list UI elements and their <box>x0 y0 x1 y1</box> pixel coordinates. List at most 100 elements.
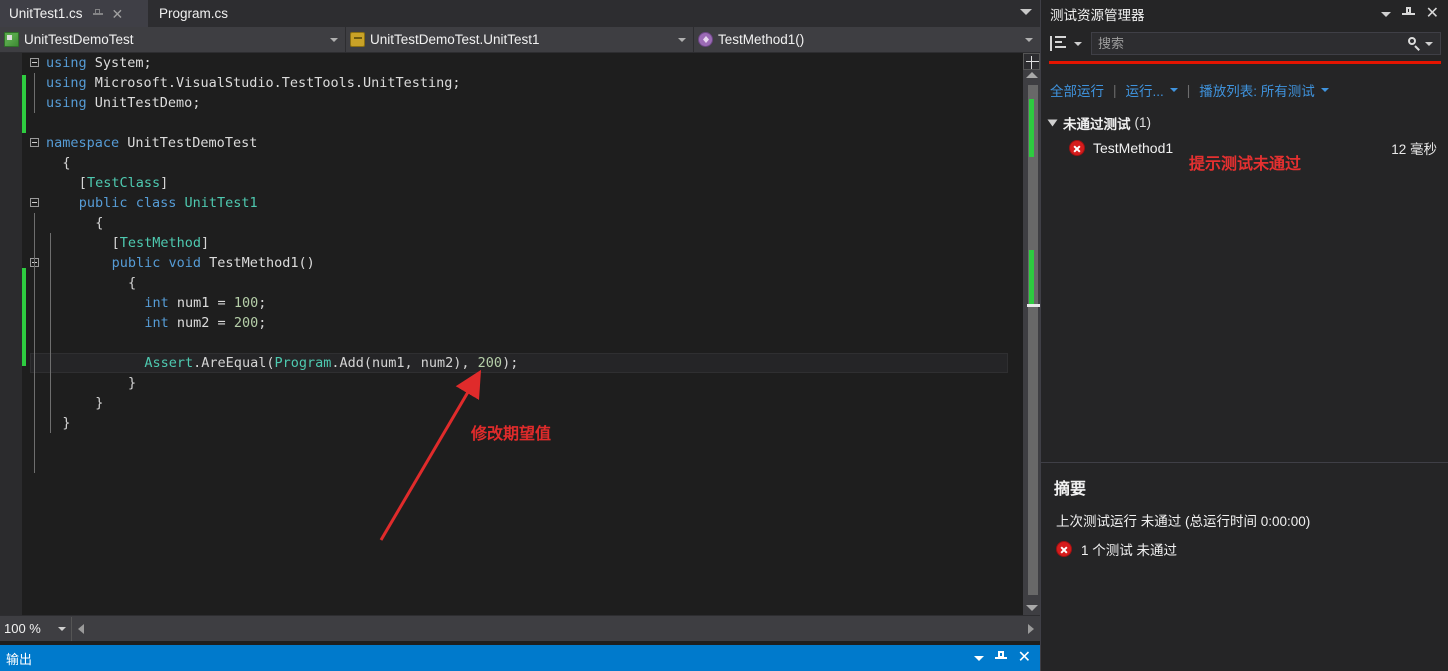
code-line[interactable]: public class UnitTest1 <box>30 193 1008 213</box>
test-progress-bar <box>1049 61 1441 64</box>
separator: | <box>1113 82 1117 98</box>
test-explorer-panel: 测试资源管理器 ✕ 全部运行 | 运行... <box>1040 0 1448 671</box>
code-line[interactable]: { <box>30 273 1008 293</box>
search-input[interactable] <box>1092 35 1406 52</box>
method-icon <box>698 32 713 47</box>
code-line-text: public class UnitTest1 <box>78 195 258 211</box>
code-line[interactable]: using Microsoft.VisualStudio.TestTools.U… <box>30 73 1008 93</box>
code-line-text: { <box>62 155 71 171</box>
fail-icon <box>1056 541 1072 557</box>
group-by-icon[interactable] <box>1050 36 1067 51</box>
code-text[interactable]: using System; using Microsoft.VisualStudi… <box>30 53 1008 615</box>
chevron-down-icon <box>678 37 686 42</box>
fold-toggle-icon[interactable] <box>30 58 39 67</box>
test-explorer-toolbar <box>1041 28 1448 59</box>
scrollbar-track[interactable] <box>1027 85 1042 595</box>
tab-label: Program.cs <box>159 6 229 21</box>
chevron-down-icon[interactable] <box>1169 88 1178 92</box>
chevron-down-icon[interactable] <box>973 655 984 661</box>
code-line[interactable]: int num1 = 100; <box>30 293 1008 313</box>
code-line-text: using Microsoft.VisualStudio.TestTools.U… <box>46 75 461 91</box>
code-line[interactable]: [TestClass] <box>30 173 1008 193</box>
close-icon[interactable]: ✕ <box>1018 650 1031 666</box>
code-line-text: [TestMethod] <box>111 235 210 251</box>
code-line[interactable]: Assert.AreEqual(Program.Add(num1, num2),… <box>30 353 1008 373</box>
chevron-down-icon <box>330 37 338 42</box>
triangle-down-icon[interactable] <box>1047 119 1058 126</box>
navbar-type-label: UnitTestDemoTest.UnitTest1 <box>370 32 540 47</box>
code-line[interactable]: int num2 = 200; <box>30 313 1008 333</box>
scroll-down-icon[interactable] <box>1026 605 1038 611</box>
chevron-down-icon[interactable] <box>1020 9 1032 15</box>
test-results-list: 未通过测试 (1) TestMethod1 12 毫秒 提示测试未通过 <box>1041 110 1448 450</box>
tab-program-cs[interactable]: Program.cs <box>150 0 246 27</box>
navbar-type-dropdown[interactable]: UnitTestDemoTest.UnitTest1 <box>346 27 694 52</box>
scrollbar-change-marker <box>1029 250 1034 305</box>
split-view-handle[interactable] <box>1023 53 1040 70</box>
pin-icon[interactable] <box>91 7 105 21</box>
code-line[interactable]: { <box>30 153 1008 173</box>
horizontal-scrollbar[interactable] <box>84 621 1028 636</box>
code-line-text: int num2 = 200; <box>144 315 267 331</box>
indent-guide <box>34 213 35 473</box>
test-explorer-titlebar: 测试资源管理器 ✕ <box>1041 0 1448 28</box>
code-line-text: } <box>95 395 104 411</box>
code-line[interactable] <box>30 113 1008 133</box>
code-line-text: { <box>95 215 104 231</box>
code-line[interactable]: { <box>30 213 1008 233</box>
test-group-failed[interactable]: 未通过测试 (1) <box>1041 110 1448 135</box>
chevron-down-icon[interactable] <box>1074 41 1082 46</box>
code-line[interactable]: } <box>30 413 1008 433</box>
vertical-scrollbar[interactable] <box>1023 53 1042 615</box>
code-line-text: namespace UnitTestDemoTest <box>46 135 258 151</box>
zoom-level-dropdown[interactable]: 100 % <box>0 616 72 641</box>
fold-toggle-icon[interactable] <box>30 138 39 147</box>
run-dropdown-button[interactable]: 运行... <box>1126 80 1164 100</box>
close-icon[interactable]: ✕ <box>1426 6 1439 22</box>
code-line[interactable]: public void TestMethod1() <box>30 253 1008 273</box>
summary-failed-row: 1 个测试 未通过 <box>1056 539 1448 559</box>
code-line[interactable]: using UnitTestDemo; <box>30 93 1008 113</box>
annotation-label: 提示测试未通过 <box>1188 156 1301 173</box>
class-project-icon <box>4 32 19 47</box>
code-line[interactable]: using System; <box>30 53 1008 73</box>
indent-guide <box>50 233 51 433</box>
editor-gutter <box>0 53 22 615</box>
chevron-down-icon[interactable] <box>1320 88 1329 92</box>
chevron-down-icon <box>58 626 66 631</box>
close-icon[interactable]: ✕ <box>112 7 124 21</box>
playlist-dropdown-button[interactable]: 播放列表: 所有测试 <box>1199 80 1315 100</box>
code-line-text: } <box>128 375 137 391</box>
test-group-count: (1) <box>1134 115 1152 130</box>
navbar-project-dropdown[interactable]: UnitTestDemoTest <box>0 27 346 52</box>
code-line[interactable]: } <box>30 373 1008 393</box>
code-editor[interactable]: using System; using Microsoft.VisualStudi… <box>0 53 1042 615</box>
search-box[interactable] <box>1091 32 1441 55</box>
code-line-text: int num1 = 100; <box>144 295 267 311</box>
output-panel-bar[interactable]: 输出 ✕ <box>0 645 1040 671</box>
arrow-right-icon[interactable] <box>1028 623 1034 634</box>
change-bar-marker <box>22 75 26 133</box>
code-line[interactable]: namespace UnitTestDemoTest <box>30 133 1008 153</box>
pin-icon[interactable] <box>994 651 1008 665</box>
scroll-up-icon[interactable] <box>1026 72 1038 78</box>
code-line[interactable]: [TestMethod] <box>30 233 1008 253</box>
tab-unittest1-cs[interactable]: UnitTest1.cs ✕ <box>0 0 148 27</box>
chevron-down-icon[interactable] <box>1380 11 1391 17</box>
code-line-text: public void TestMethod1() <box>111 255 315 271</box>
visual-studio-window: UnitTest1.cs ✕ Program.cs UnitTestDemoTe… <box>0 0 1448 671</box>
search-icon[interactable] <box>1406 36 1422 52</box>
fold-toggle-icon[interactable] <box>30 198 39 207</box>
separator: | <box>1186 82 1191 98</box>
panel-title: 测试资源管理器 <box>1050 8 1145 23</box>
code-line-text: } <box>62 415 71 431</box>
code-line[interactable]: } <box>30 393 1008 413</box>
navbar-member-dropdown[interactable]: TestMethod1() <box>694 27 1040 52</box>
code-line[interactable] <box>30 333 1008 353</box>
summary-failed-count: 1 个测试 未通过 <box>1081 543 1178 558</box>
navbar-member-label: TestMethod1() <box>718 32 805 47</box>
pin-icon[interactable] <box>1401 7 1415 21</box>
run-all-button[interactable]: 全部运行 <box>1050 80 1104 100</box>
document-tab-strip: UnitTest1.cs ✕ Program.cs <box>0 0 1040 27</box>
chevron-down-icon[interactable] <box>1425 41 1433 46</box>
